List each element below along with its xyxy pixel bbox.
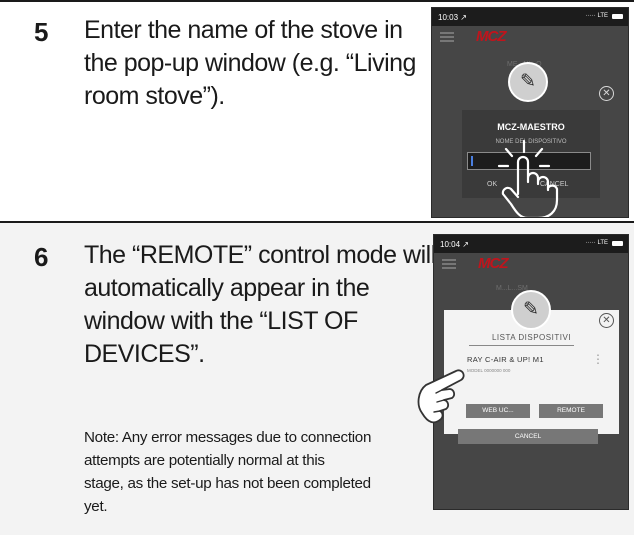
signal-indicator: ····· LTE [585,240,608,246]
mcz-logo: MCZ [478,255,508,272]
dialog-title: MCZ-MAESTRO [497,122,565,132]
step-6-note: Note: Any error messages due to connecti… [84,426,414,518]
pencil-icon[interactable]: ✎ [511,290,551,330]
step-6-line-2: automatically appear in the [84,274,370,302]
signal-indicator: ····· LTE [585,13,608,19]
menu-icon[interactable] [442,259,456,269]
app-bar: MCZ [434,253,628,279]
close-circle-icon[interactable]: ✕ [599,86,614,101]
pencil-icon[interactable]: ✎ [508,62,548,102]
more-vertical-icon[interactable]: ⋮ [592,353,604,365]
device-name[interactable]: RAY C-AIR & UP! M1 [467,355,544,364]
middle-rule [0,221,634,223]
list-title: LISTA DISPOSITIVI [491,333,572,342]
phone-screenshot-step-5: 10:03 ↗ ····· LTE MCZ ME...NI...O ✎ ✕ MC… [431,7,629,218]
battery-icon [612,14,623,19]
menu-icon[interactable] [440,32,454,42]
title-underline [469,345,574,346]
top-rule [0,0,634,2]
status-bar: 10:03 ↗ ····· LTE [432,8,628,26]
step-5-line-3: room stove”). [84,82,225,110]
step-6-line-1: The “REMOTE” control mode will [84,241,436,269]
remote-button[interactable]: REMOTE [539,404,603,418]
hand-pointer-icon [417,369,465,424]
hand-tap-icon [497,139,559,217]
mcz-logo: MCZ [476,28,506,45]
text-cursor [471,156,473,166]
cancel-button[interactable]: CANCEL [458,429,598,444]
app-bar: MCZ [432,26,628,52]
step-6-line-3: window with the “LIST OF [84,307,358,335]
note-line-4: yet. [84,498,108,515]
step-6-line-4: DEVICES”. [84,340,205,368]
note-line-2: attempts are potentially normal at this [84,452,325,469]
step-5-line-2: the pop-up window (e.g. “Living [84,49,416,77]
step-5-number: 5 [34,17,49,47]
step-5-line-1: Enter the name of the stove in [84,16,403,44]
status-bar: 10:04 ↗ ····· LTE [434,235,628,253]
battery-icon [612,241,623,246]
note-line-1: Note: Any error messages due to connecti… [84,429,372,446]
step-6-number: 6 [34,242,49,272]
close-circle-icon[interactable]: ✕ [599,313,614,328]
status-time: 10:04 ↗ [440,240,469,249]
note-line-3: stage, as the set-up has not been comple… [84,475,371,492]
status-time: 10:03 ↗ [438,13,467,22]
